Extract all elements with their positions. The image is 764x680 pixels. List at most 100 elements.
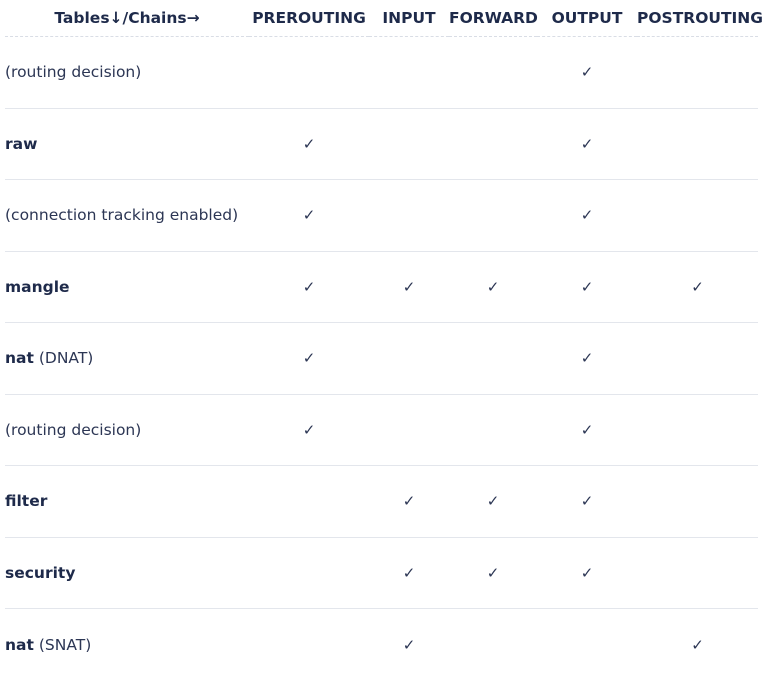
table-name-cell: (connection tracking enabled) bbox=[5, 180, 249, 252]
table-name-cell: security bbox=[5, 537, 249, 609]
check-mark-icon: ✓ bbox=[581, 63, 594, 81]
chain-header-prerouting: PREROUTING bbox=[249, 0, 369, 37]
header-row: Tables↓/Chains→ PREROUTING INPUT FORWARD… bbox=[5, 0, 758, 37]
chain-header-postrouting: POSTROUTING bbox=[637, 0, 758, 37]
cell-prerouting: ✓ bbox=[249, 323, 369, 395]
cell-prerouting bbox=[249, 609, 369, 680]
chain-header-output: OUTPUT bbox=[537, 0, 637, 37]
cell-prerouting bbox=[249, 466, 369, 538]
cell-forward: ✓ bbox=[449, 466, 537, 538]
cell-prerouting: ✓ bbox=[249, 180, 369, 252]
check-mark-icon: ✓ bbox=[303, 278, 316, 296]
cell-input: ✓ bbox=[369, 537, 449, 609]
table-note: (routing decision) bbox=[5, 63, 141, 81]
cell-prerouting bbox=[249, 37, 369, 109]
cell-forward bbox=[449, 323, 537, 395]
check-mark-icon: ✓ bbox=[303, 135, 316, 153]
table-name-cell: raw bbox=[5, 108, 249, 180]
cell-input bbox=[369, 108, 449, 180]
chain-header-forward: FORWARD bbox=[449, 0, 537, 37]
cell-prerouting: ✓ bbox=[249, 108, 369, 180]
cell-output: ✓ bbox=[537, 108, 637, 180]
table-note: (connection tracking enabled) bbox=[5, 206, 238, 224]
check-mark-icon: ✓ bbox=[487, 564, 500, 582]
table-row: filter ✓ ✓ ✓ bbox=[5, 466, 758, 538]
cell-postrouting bbox=[637, 180, 758, 252]
check-mark-icon: ✓ bbox=[691, 278, 704, 296]
table-row: security ✓ ✓ ✓ bbox=[5, 537, 758, 609]
cell-forward bbox=[449, 394, 537, 466]
check-mark-icon: ✓ bbox=[581, 278, 594, 296]
table-name-cell: mangle bbox=[5, 251, 249, 323]
check-mark-icon: ✓ bbox=[581, 135, 594, 153]
cell-forward bbox=[449, 37, 537, 109]
chain-header-input: INPUT bbox=[369, 0, 449, 37]
cell-postrouting bbox=[637, 108, 758, 180]
cell-prerouting bbox=[249, 537, 369, 609]
table-row: nat (SNAT) ✓ ✓ bbox=[5, 609, 758, 680]
table-row: (routing decision) ✓ bbox=[5, 37, 758, 109]
check-mark-icon: ✓ bbox=[403, 636, 416, 654]
table-row: mangle ✓ ✓ ✓ ✓ ✓ bbox=[5, 251, 758, 323]
cell-postrouting bbox=[637, 537, 758, 609]
table-name-cell: (routing decision) bbox=[5, 394, 249, 466]
table-name: security bbox=[5, 564, 75, 582]
cell-input bbox=[369, 180, 449, 252]
table-note: (SNAT) bbox=[39, 636, 91, 654]
check-mark-icon: ✓ bbox=[303, 349, 316, 367]
cell-postrouting bbox=[637, 37, 758, 109]
chains-table: Tables↓/Chains→ PREROUTING INPUT FORWARD… bbox=[5, 0, 758, 680]
cell-output: ✓ bbox=[537, 180, 637, 252]
check-mark-icon: ✓ bbox=[581, 349, 594, 367]
cell-postrouting bbox=[637, 466, 758, 538]
check-mark-icon: ✓ bbox=[581, 206, 594, 224]
cell-forward bbox=[449, 180, 537, 252]
table-row: nat (DNAT) ✓ ✓ bbox=[5, 323, 758, 395]
cell-output: ✓ bbox=[537, 251, 637, 323]
cell-output: ✓ bbox=[537, 323, 637, 395]
check-mark-icon: ✓ bbox=[303, 421, 316, 439]
table-name-cell: nat (SNAT) bbox=[5, 609, 249, 680]
cell-input: ✓ bbox=[369, 251, 449, 323]
cell-postrouting: ✓ bbox=[637, 609, 758, 680]
check-mark-icon: ✓ bbox=[691, 636, 704, 654]
table-name: filter bbox=[5, 492, 47, 510]
check-mark-icon: ✓ bbox=[581, 421, 594, 439]
cell-prerouting: ✓ bbox=[249, 251, 369, 323]
cell-output bbox=[537, 609, 637, 680]
cell-input: ✓ bbox=[369, 609, 449, 680]
table-name: nat bbox=[5, 349, 34, 367]
cell-postrouting bbox=[637, 323, 758, 395]
check-mark-icon: ✓ bbox=[403, 492, 416, 510]
table-note: (routing decision) bbox=[5, 421, 141, 439]
cell-output: ✓ bbox=[537, 466, 637, 538]
table-name-cell: filter bbox=[5, 466, 249, 538]
cell-input bbox=[369, 323, 449, 395]
table-name: nat bbox=[5, 636, 34, 654]
table-name-cell: (routing decision) bbox=[5, 37, 249, 109]
table-row: raw ✓ ✓ bbox=[5, 108, 758, 180]
table-row: (connection tracking enabled) ✓ ✓ bbox=[5, 180, 758, 252]
table-name: mangle bbox=[5, 278, 70, 296]
check-mark-icon: ✓ bbox=[487, 278, 500, 296]
check-mark-icon: ✓ bbox=[581, 492, 594, 510]
table-header: Tables↓/Chains→ PREROUTING INPUT FORWARD… bbox=[5, 0, 758, 37]
check-mark-icon: ✓ bbox=[403, 564, 416, 582]
cell-forward bbox=[449, 108, 537, 180]
cell-forward: ✓ bbox=[449, 537, 537, 609]
cell-output: ✓ bbox=[537, 37, 637, 109]
cell-forward bbox=[449, 609, 537, 680]
table-row: (routing decision) ✓ ✓ bbox=[5, 394, 758, 466]
table-note: (DNAT) bbox=[39, 349, 94, 367]
cell-input bbox=[369, 394, 449, 466]
check-mark-icon: ✓ bbox=[487, 492, 500, 510]
cell-output: ✓ bbox=[537, 394, 637, 466]
cell-output: ✓ bbox=[537, 537, 637, 609]
cell-forward: ✓ bbox=[449, 251, 537, 323]
cell-input bbox=[369, 37, 449, 109]
table-name-cell: nat (DNAT) bbox=[5, 323, 249, 395]
table-body: (routing decision)✓raw✓✓(connection trac… bbox=[5, 37, 758, 680]
check-mark-icon: ✓ bbox=[581, 564, 594, 582]
cell-prerouting: ✓ bbox=[249, 394, 369, 466]
cell-postrouting bbox=[637, 394, 758, 466]
